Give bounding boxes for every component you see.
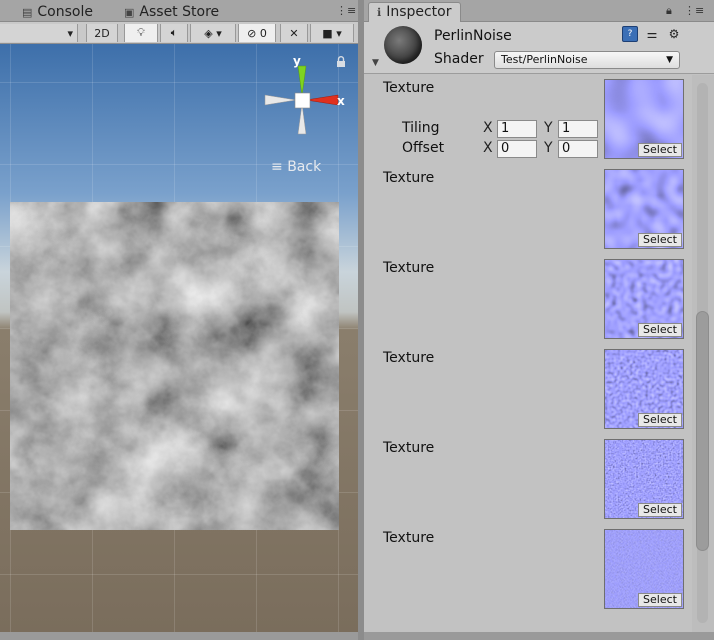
- material-properties: Texture Tiling X 1 Y 1 Offset X 0 Y 0 Se…: [364, 75, 692, 640]
- mode-2d-label: 2D: [94, 26, 110, 40]
- texture-label: Texture: [383, 440, 435, 456]
- tiling-y-field[interactable]: 1: [558, 120, 598, 138]
- camera-icon: ■: [322, 26, 333, 40]
- console-icon: ▤: [22, 5, 33, 19]
- scene-viewport[interactable]: y x ≡ Back: [0, 44, 358, 632]
- inspector-panel: ℹ Inspector 🔒︎ ⋮≡ ▼ PerlinNoise Shader T…: [364, 0, 714, 640]
- lightbulb-icon: 💡︎: [137, 26, 145, 39]
- texture-label: Texture: [383, 350, 435, 366]
- shader-label: Shader: [434, 51, 484, 67]
- asset-store-icon: ▣: [124, 5, 135, 19]
- tiling-label: Tiling: [402, 120, 440, 136]
- hidden-count: 0: [259, 26, 267, 40]
- scene-panel: ▤ Console ▣ Asset Store ⋮≡ ▾ 2D 💡︎ 🔈︎ ◈ …: [0, 0, 360, 640]
- mode-2d-button[interactable]: 2D: [86, 24, 118, 42]
- gizmo-y-cone[interactable]: [297, 65, 307, 97]
- gizmo-y-label: y: [293, 58, 301, 68]
- info-icon: ℹ: [377, 6, 382, 19]
- back-text: Back: [287, 159, 322, 175]
- tab-inspector[interactable]: ℹ Inspector: [368, 2, 461, 22]
- scene-tab-bar: ▤ Console ▣ Asset Store ⋮≡: [0, 0, 360, 22]
- gizmo-center-cube[interactable]: [294, 92, 311, 109]
- select-texture-button[interactable]: Select: [638, 323, 682, 337]
- shader-dropdown[interactable]: Test/PerlinNoise ▼: [494, 51, 680, 69]
- scene-bottom-bar: [0, 632, 360, 640]
- texture-slot[interactable]: Select: [604, 529, 684, 609]
- offset-y-label: Y: [544, 140, 553, 156]
- gizmo-tools-button[interactable]: ✕: [280, 24, 308, 42]
- offset-x-label: X: [483, 140, 493, 156]
- gizmo-neg-y-cone[interactable]: [297, 103, 307, 135]
- tools-icon: ✕: [289, 26, 299, 40]
- gizmo-neg-x-cone[interactable]: [264, 94, 297, 106]
- select-texture-button[interactable]: Select: [638, 233, 682, 247]
- offset-x-field[interactable]: 0: [497, 140, 537, 158]
- scene-toolbar: ▾ 2D 💡︎ 🔈︎ ◈ ▾ ⊘ 0 ✕ ■ ▾: [0, 22, 360, 44]
- tiling-x-label: X: [483, 120, 493, 136]
- select-texture-button[interactable]: Select: [638, 593, 682, 607]
- select-texture-button[interactable]: Select: [638, 143, 682, 157]
- speaker-icon: 🔈︎: [170, 26, 178, 39]
- help-book-icon[interactable]: ?: [622, 26, 638, 42]
- texture-slot[interactable]: Select: [604, 439, 684, 519]
- inspector-tab-bar: ℹ Inspector 🔒︎ ⋮≡: [364, 0, 714, 22]
- tab-console[interactable]: ▤ Console: [14, 2, 101, 22]
- material-header: ▼ PerlinNoise Shader Test/PerlinNoise ▼ …: [364, 22, 714, 74]
- texture-slot[interactable]: Select: [604, 79, 684, 159]
- material-preview-sphere: [384, 26, 422, 64]
- texture-slot[interactable]: Select: [604, 169, 684, 249]
- foldout-arrow-icon[interactable]: ▼: [372, 58, 379, 68]
- tab-console-label: Console: [37, 3, 93, 20]
- tiling-x-field[interactable]: 1: [497, 120, 537, 138]
- chevron-down-icon: ▾: [336, 26, 342, 40]
- camera-dropdown[interactable]: ■ ▾: [310, 24, 354, 42]
- effects-dropdown[interactable]: ◈ ▾: [190, 24, 236, 42]
- gizmo-x-label: x: [337, 94, 345, 108]
- select-texture-button[interactable]: Select: [638, 413, 682, 427]
- scrollbar-thumb[interactable]: [696, 311, 709, 551]
- draw-mode-dropdown[interactable]: ▾: [0, 24, 78, 42]
- offset-label: Offset: [402, 140, 445, 156]
- gizmo-x-cone[interactable]: [305, 94, 339, 106]
- preset-sliders-icon[interactable]: ⚌: [644, 26, 660, 42]
- gear-icon[interactable]: ⚙: [666, 26, 682, 42]
- material-name: PerlinNoise: [434, 28, 512, 44]
- hidden-objects-toggle[interactable]: ⊘ 0: [238, 24, 276, 42]
- select-texture-button[interactable]: Select: [638, 503, 682, 517]
- tab-inspector-label: Inspector: [386, 4, 452, 20]
- texture-slot[interactable]: Select: [604, 259, 684, 339]
- panel-menu-icon[interactable]: ⋮≡: [336, 4, 356, 17]
- effects-icon: ◈: [204, 26, 213, 40]
- inspector-bottom-bar: [364, 632, 714, 640]
- panel-menu-icon[interactable]: ⋮≡: [684, 4, 704, 17]
- chevron-down-icon: ▼: [666, 55, 673, 65]
- tab-asset-store[interactable]: ▣ Asset Store: [116, 2, 227, 22]
- chevron-down-icon: ▾: [67, 26, 73, 40]
- lock-icon[interactable]: [336, 56, 346, 71]
- perlin-noise-quad[interactable]: [10, 202, 339, 530]
- tab-asset-store-label: Asset Store: [139, 3, 220, 20]
- eye-hidden-icon: ⊘: [247, 26, 257, 40]
- lighting-toggle[interactable]: 💡︎: [124, 24, 158, 42]
- inspector-scrollbar[interactable]: [692, 75, 714, 640]
- texture-slot[interactable]: Select: [604, 349, 684, 429]
- lock-icon[interactable]: 🔒︎: [666, 4, 672, 18]
- texture-label: Texture: [383, 260, 435, 276]
- chevron-down-icon: ▾: [216, 26, 222, 40]
- offset-y-field[interactable]: 0: [558, 140, 598, 158]
- tiling-y-label: Y: [544, 120, 553, 136]
- texture-label: Texture: [383, 80, 435, 96]
- texture-label: Texture: [383, 530, 435, 546]
- back-view-label[interactable]: ≡ Back: [271, 159, 321, 175]
- shader-value: Test/PerlinNoise: [501, 53, 588, 66]
- audio-toggle[interactable]: 🔈︎: [160, 24, 188, 42]
- texture-label: Texture: [383, 170, 435, 186]
- hamburger-icon: ≡: [271, 159, 283, 175]
